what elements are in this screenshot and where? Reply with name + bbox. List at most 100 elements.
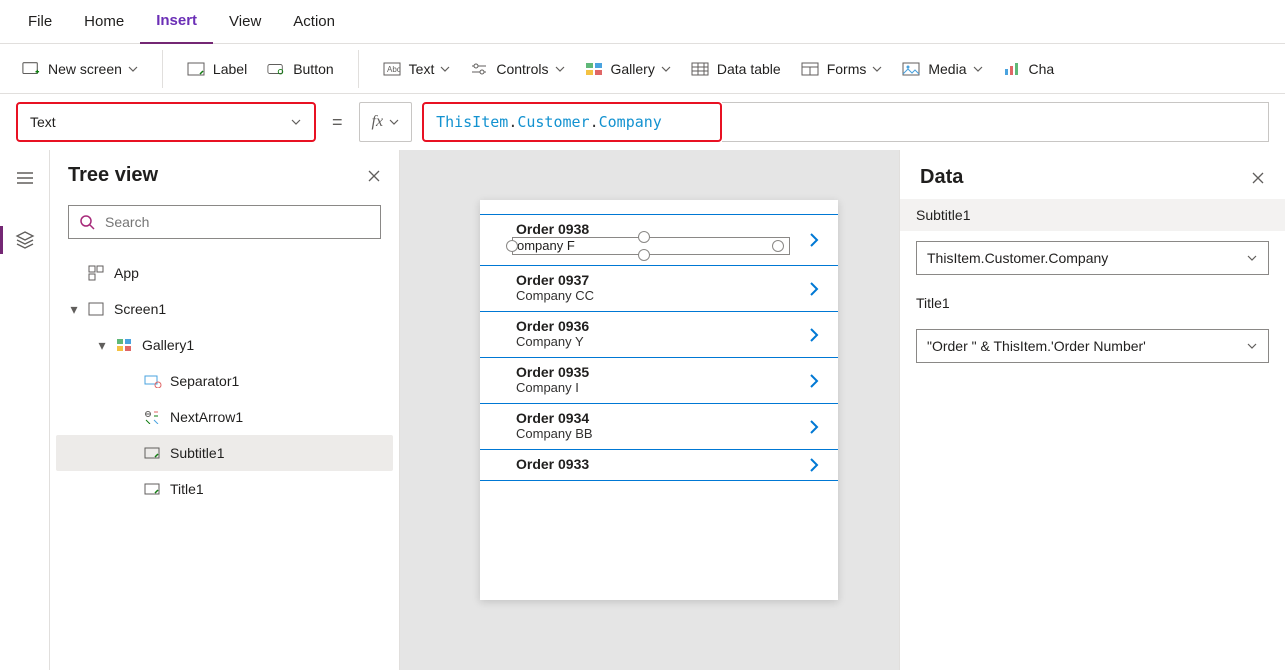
gallery-item[interactable]: Order 0936Company Y (480, 312, 838, 358)
subtitle-field-label[interactable]: Subtitle1 (900, 199, 1285, 231)
formula-bar-extend[interactable] (722, 102, 1269, 142)
menu-bar: File Home Insert View Action (0, 0, 1285, 44)
close-icon (1251, 171, 1265, 185)
gallery-dropdown[interactable]: Gallery (575, 54, 681, 84)
canvas[interactable]: Order 0938ompany FOrder 0937Company CCOr… (400, 150, 899, 670)
text-dropdown[interactable]: Abc Text (373, 54, 461, 84)
next-arrow-icon[interactable] (808, 326, 820, 344)
data-table-button[interactable]: Data table (681, 54, 791, 84)
tree-item-icon (144, 410, 164, 424)
menu-home[interactable]: Home (68, 0, 140, 44)
ribbon: New screen Label Button (0, 44, 1285, 94)
tree-item-icon (88, 302, 108, 316)
button-icon (267, 60, 285, 78)
next-arrow-icon[interactable] (808, 231, 820, 249)
tree-item-icon (88, 265, 108, 281)
ribbon-separator (358, 50, 359, 88)
gallery-item[interactable]: Order 0935Company I (480, 358, 838, 404)
tree-item-label: App (114, 265, 139, 281)
tree-item-screen1[interactable]: ▾Screen1 (56, 291, 393, 327)
data-panel: Data Subtitle1 ThisItem.Customer.Company… (899, 150, 1285, 670)
close-tree-button[interactable] (367, 169, 381, 183)
subtitle-field-input[interactable]: ThisItem.Customer.Company (916, 241, 1269, 275)
app-preview[interactable]: Order 0938ompany FOrder 0937Company CCOr… (480, 200, 838, 600)
formula-bar: Text = fx ThisItem.Customer.Company (0, 94, 1285, 150)
tree-item-title1[interactable]: Title1 (56, 471, 393, 507)
chevron-down-icon (290, 116, 302, 128)
data-panel-title: Data (920, 166, 1251, 189)
layers-icon (15, 231, 35, 249)
formula-token: Customer (517, 113, 589, 131)
tree-item-label: Gallery1 (142, 337, 194, 353)
gallery-item-subtitle: Company BB (516, 426, 820, 441)
svg-text:Abc: Abc (387, 65, 401, 74)
fx-button[interactable]: fx (359, 102, 413, 142)
property-selector[interactable]: Text (16, 102, 316, 142)
tree-item-nextarrow1[interactable]: NextArrow1 (56, 399, 393, 435)
resize-handle[interactable] (638, 231, 650, 243)
forms-dropdown[interactable]: Forms (791, 54, 893, 84)
gallery-item[interactable]: Order 0934Company BB (480, 404, 838, 450)
tree-item-separator1[interactable]: Separator1 (56, 363, 393, 399)
gallery-item[interactable]: Order 0937Company CC (480, 266, 838, 312)
formula-input[interactable]: ThisItem.Customer.Company (422, 102, 722, 142)
title-field-input[interactable]: "Order " & ThisItem.'Order Number' (916, 329, 1269, 363)
chevron-down-icon (389, 117, 399, 127)
controls-dropdown-label: Controls (496, 61, 548, 77)
gallery-item-subtitle: Company CC (516, 288, 820, 303)
gallery-item[interactable]: Order 0938ompany F (480, 214, 838, 266)
tree-view-button[interactable] (5, 220, 45, 260)
gallery-icon (585, 60, 603, 78)
tree-twisty-icon[interactable]: ▾ (94, 337, 110, 354)
selected-subtitle-box[interactable]: ompany F (512, 237, 790, 255)
chevron-down-icon (872, 64, 882, 74)
tree-list: App▾Screen1▾Gallery1Separator1NextArrow1… (50, 251, 399, 511)
gallery-item-title: Order 0938 (516, 221, 820, 237)
menu-file[interactable]: File (12, 0, 68, 44)
chart-icon (1003, 60, 1021, 78)
chevron-down-icon (128, 64, 138, 74)
resize-handle[interactable] (772, 240, 784, 252)
gallery-item-title: Order 0936 (516, 318, 820, 334)
menu-insert[interactable]: Insert (140, 0, 213, 44)
formula-token: Company (599, 113, 662, 131)
gallery-control[interactable]: Order 0938ompany FOrder 0937Company CCOr… (480, 214, 838, 481)
charts-dropdown[interactable]: Cha (993, 54, 1065, 84)
close-icon (367, 169, 381, 183)
text-icon: Abc (383, 60, 401, 78)
next-arrow-icon[interactable] (808, 456, 820, 474)
tree-search-input[interactable] (103, 213, 370, 231)
hamburger-icon (16, 171, 34, 185)
gallery-item[interactable]: Order 0933 (480, 450, 838, 481)
title-field-label[interactable]: Title1 (900, 287, 1285, 319)
resize-handle[interactable] (506, 240, 518, 252)
controls-dropdown[interactable]: Controls (460, 54, 574, 84)
tree-search-box[interactable] (68, 205, 381, 239)
resize-handle[interactable] (638, 249, 650, 261)
close-data-button[interactable] (1251, 171, 1265, 185)
controls-icon (470, 60, 488, 78)
next-arrow-icon[interactable] (808, 280, 820, 298)
tree-twisty-icon[interactable]: ▾ (66, 301, 82, 318)
tree-item-icon (144, 482, 164, 496)
tree-item-icon (144, 374, 164, 388)
tree-item-icon (144, 446, 164, 460)
new-screen-button[interactable]: New screen (12, 54, 148, 84)
fx-icon: fx (372, 113, 384, 131)
formula-token: . (590, 113, 599, 131)
menu-action[interactable]: Action (277, 0, 351, 44)
tree-item-subtitle1[interactable]: Subtitle1 (56, 435, 393, 471)
chevron-down-icon (1246, 340, 1258, 352)
tree-item-app[interactable]: App (56, 255, 393, 291)
chevron-down-icon (973, 64, 983, 74)
next-arrow-icon[interactable] (808, 372, 820, 390)
button-button[interactable]: Button (257, 54, 343, 84)
hamburger-button[interactable] (5, 158, 45, 198)
equals-label: = (332, 112, 343, 133)
title-field-value: "Order " & ThisItem.'Order Number' (927, 338, 1146, 354)
media-dropdown[interactable]: Media (892, 54, 992, 84)
label-button[interactable]: Label (177, 54, 257, 84)
menu-view[interactable]: View (213, 0, 277, 44)
tree-item-gallery1[interactable]: ▾ Gallery1 (56, 327, 393, 363)
next-arrow-icon[interactable] (808, 418, 820, 436)
